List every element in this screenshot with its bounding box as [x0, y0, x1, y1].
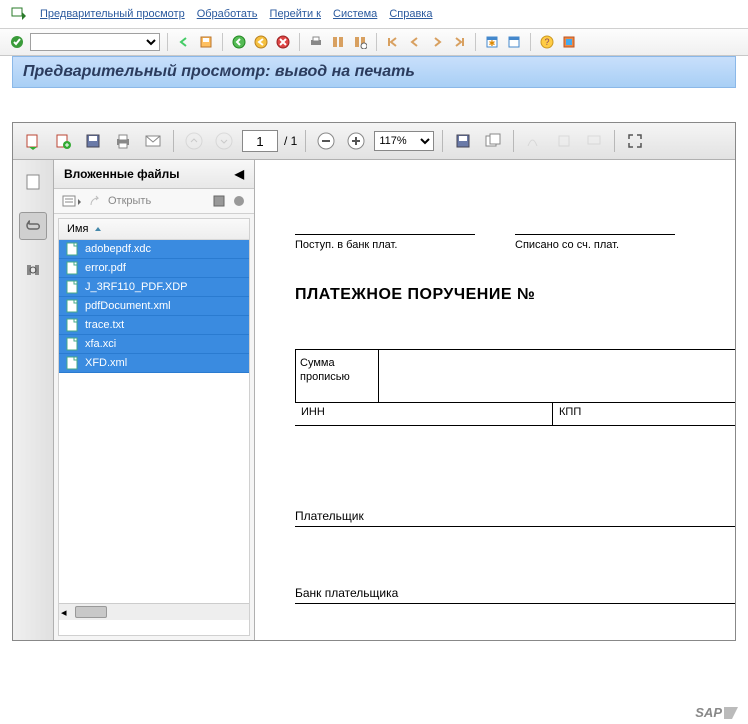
sap-logo: SAP [695, 705, 738, 720]
file-icon [65, 280, 79, 294]
layout-icon[interactable] [505, 33, 523, 51]
new-session-icon[interactable]: ✱ [483, 33, 501, 51]
back-icon[interactable] [175, 33, 193, 51]
pdf-add-icon[interactable] [51, 129, 75, 153]
save-attachment-icon[interactable] [212, 194, 226, 208]
find-next-icon[interactable] [351, 33, 369, 51]
pdf-print-icon[interactable] [111, 129, 135, 153]
file-icon [65, 356, 79, 370]
open-label[interactable]: Открыть [108, 195, 151, 207]
attachments-title: Вложенные файлы [64, 167, 180, 181]
file-item[interactable]: J_3RF110_PDF.XDP [59, 278, 249, 297]
ok-icon[interactable] [8, 33, 26, 51]
page-number-input[interactable] [242, 130, 278, 152]
attachments-panel: Вложенные файлы ◀ Открыть Имя adobepdf.x… [54, 160, 255, 640]
pdf-comment-icon [582, 129, 606, 153]
file-item[interactable]: error.pdf [59, 259, 249, 278]
pdf-export-icon[interactable] [21, 129, 45, 153]
label-inn: ИНН [295, 403, 553, 425]
nav-back-icon[interactable] [230, 33, 248, 51]
document-content: Поступ. в банк плат. Списано со сч. плат… [255, 160, 735, 640]
file-icon [65, 337, 79, 351]
menu-goto[interactable]: Перейти к [270, 8, 321, 20]
menu-help[interactable]: Справка [389, 8, 432, 20]
attachments-hscroll[interactable]: ◂ [59, 603, 249, 620]
file-item[interactable]: XFD.xml [59, 354, 249, 373]
command-field[interactable] [30, 33, 160, 51]
next-page-icon[interactable] [428, 33, 446, 51]
file-icon [65, 318, 79, 332]
zoom-select[interactable]: 117% [374, 131, 434, 151]
save-icon[interactable] [197, 33, 215, 51]
panel-collapse-icon[interactable]: ◀ [235, 167, 244, 181]
page-total: / 1 [284, 134, 297, 148]
zoom-in-icon[interactable] [344, 129, 368, 153]
cancel-icon[interactable] [274, 33, 292, 51]
file-item[interactable]: adobepdf.xdc [59, 240, 249, 259]
app-menu-icon[interactable] [10, 5, 28, 23]
file-item[interactable]: pdfDocument.xml [59, 297, 249, 316]
attachments-tab-icon[interactable] [19, 212, 47, 240]
menu-preview[interactable]: Предварительный просмотр [40, 8, 185, 20]
page-title: Предварительный просмотр: вывод на печат… [12, 56, 736, 88]
search-tab-icon[interactable] [19, 256, 47, 284]
zoom-out-icon[interactable] [314, 129, 338, 153]
pdf-save-icon[interactable] [81, 129, 105, 153]
file-icon [65, 299, 79, 313]
svg-text:?: ? [544, 37, 549, 47]
label-payer: Плательщик [295, 509, 735, 526]
menu-system[interactable]: Система [333, 8, 377, 20]
pdf-browse-icon[interactable] [481, 129, 505, 153]
menu-process[interactable]: Обработать [197, 8, 258, 20]
pdf-highlight-icon [552, 129, 576, 153]
file-icon [65, 261, 79, 275]
file-item[interactable]: trace.txt [59, 316, 249, 335]
label-kpp: КПП [553, 403, 735, 425]
view-options-icon[interactable] [62, 194, 82, 208]
label-sum1: Сумма [300, 356, 374, 370]
pdf-fullscreen-icon[interactable] [623, 129, 647, 153]
open-attachment-icon[interactable] [88, 194, 102, 208]
sap-toolbar: ✱ ? [0, 29, 748, 56]
add-attachment-icon[interactable] [232, 194, 246, 208]
file-icon [65, 242, 79, 256]
pdf-sign-icon [522, 129, 546, 153]
nav-exit-icon[interactable] [252, 33, 270, 51]
svg-text:✱: ✱ [489, 39, 496, 48]
pdf-viewer: / 1 117% Вложенные файлы ◀ [12, 122, 736, 641]
pdf-page-down-icon [212, 129, 236, 153]
find-icon[interactable] [329, 33, 347, 51]
column-header-name[interactable]: Имя [59, 219, 249, 240]
pdf-page-up-icon [182, 129, 206, 153]
last-page-icon[interactable] [450, 33, 468, 51]
help-icon[interactable]: ? [538, 33, 556, 51]
first-page-icon[interactable] [384, 33, 402, 51]
pdf-save2-icon[interactable] [451, 129, 475, 153]
label-sum2: прописью [300, 370, 374, 384]
prev-page-icon[interactable] [406, 33, 424, 51]
file-item[interactable]: xfa.xci [59, 335, 249, 354]
label-written-off: Списано со сч. плат. [515, 239, 675, 251]
pdf-mail-icon[interactable] [141, 129, 165, 153]
label-bank-in: Поступ. в банк плат. [295, 239, 475, 251]
document-heading: ПЛАТЕЖНОЕ ПОРУЧЕНИЕ № [295, 286, 735, 304]
thumbnails-tab-icon[interactable] [19, 168, 47, 196]
settings-icon[interactable] [560, 33, 578, 51]
print-icon[interactable] [307, 33, 325, 51]
label-payer-bank: Банк плательщика [295, 586, 735, 604]
